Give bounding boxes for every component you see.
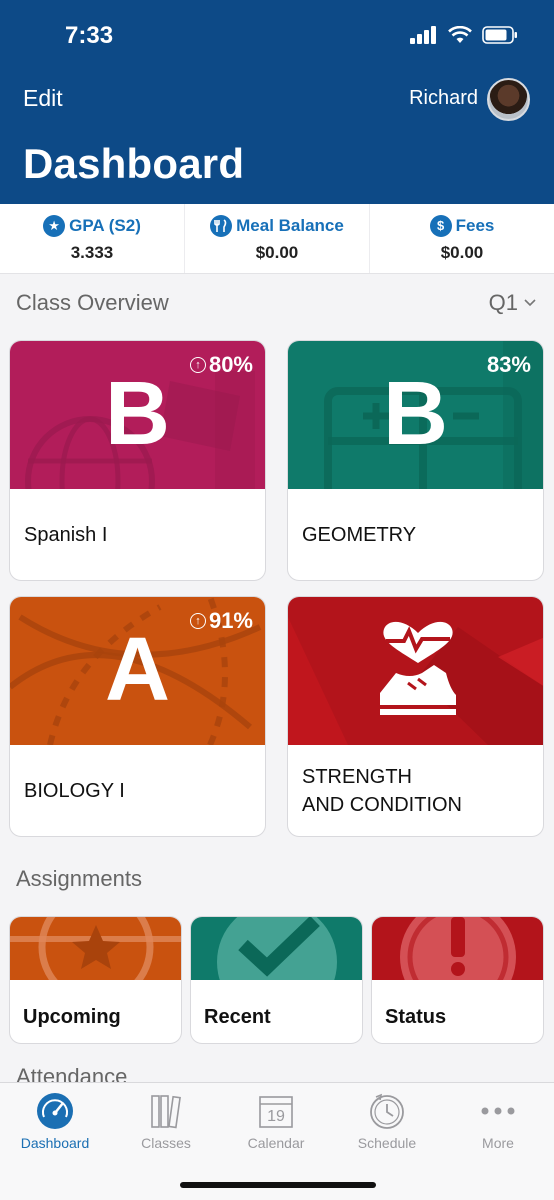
assignment-label: Upcoming (23, 1006, 121, 1028)
arrow-up-icon: ↑ (189, 613, 206, 629)
utensils-icon (210, 214, 233, 237)
status-time: 7:33 (65, 22, 114, 49)
exclamation-icon (451, 917, 465, 957)
class-percent-value: 83% (486, 352, 531, 377)
battery-icon (482, 26, 517, 44)
class-card-spanish[interactable]: B ↑ 80% Spanish I (9, 340, 266, 581)
class-card-art: B ↑ 80% (10, 341, 265, 489)
class-card-strength[interactable]: STRENGTH AND CONDITION (287, 596, 544, 837)
stat-fees-value: $0.00 (440, 242, 484, 262)
assignment-label: Recent (204, 1006, 271, 1028)
calendar-day: 19 (267, 1108, 285, 1125)
stat-gpa[interactable]: ★ GPA (S2) 3.333 (0, 204, 185, 273)
avatar[interactable] (487, 78, 530, 121)
user-name[interactable]: Richard (409, 87, 478, 110)
arrow-up-icon: ↑ (189, 357, 206, 373)
class-name: GEOMETRY (302, 523, 417, 546)
assignments-title: Assignments (16, 866, 142, 891)
tab-label: Dashboard (20, 1135, 90, 1151)
calendar-icon: 19 (256, 1091, 296, 1131)
wifi-icon (448, 26, 472, 43)
more-icon (478, 1091, 518, 1131)
class-card-art (288, 597, 543, 745)
class-overview-title: Class Overview (16, 290, 169, 315)
home-indicator[interactable] (180, 1182, 376, 1188)
class-grade: A (105, 620, 170, 720)
edit-button[interactable]: Edit (23, 85, 63, 112)
tab-calendar[interactable]: 19 Calendar (221, 1091, 331, 1151)
tab-more[interactable]: More (443, 1091, 553, 1151)
assignment-art (372, 917, 543, 980)
assignment-art (10, 917, 181, 980)
class-percent: ↑ 91% (189, 608, 253, 634)
tab-schedule[interactable]: Schedule (332, 1091, 442, 1151)
tab-classes[interactable]: Classes (111, 1091, 221, 1151)
chevron-down-icon (524, 299, 536, 307)
stat-meal-label: Meal Balance (236, 215, 344, 235)
app-header: 7:33 Edit Richard Dashboard (0, 0, 554, 204)
status-icons (410, 26, 518, 44)
tab-label: Schedule (357, 1135, 417, 1151)
assignments-upcoming[interactable]: Upcoming (9, 916, 182, 1044)
clock-icon (367, 1091, 407, 1131)
speedometer-icon (35, 1091, 75, 1131)
quarter-selector[interactable]: Q1 (489, 290, 536, 316)
star-icon: ★ (43, 214, 66, 237)
tab-label: Classes (141, 1135, 191, 1151)
stat-gpa-value: 3.333 (70, 242, 114, 262)
assignments-status[interactable]: Status (371, 916, 544, 1044)
assignment-art (191, 917, 362, 980)
class-name: STRENGTH AND CONDITION (302, 765, 462, 816)
class-percent: 83% (487, 352, 531, 378)
class-name: BIOLOGY I (24, 779, 125, 802)
tab-label: More (482, 1135, 514, 1151)
class-percent-value: 91% (208, 608, 253, 633)
tab-label: Calendar (247, 1135, 305, 1151)
class-card-geometry[interactable]: B 83% GEOMETRY (287, 340, 544, 581)
class-card-art: B 83% (288, 341, 543, 489)
tab-dashboard[interactable]: Dashboard (0, 1091, 110, 1151)
stat-meal-value: $0.00 (255, 242, 299, 262)
assignments-recent[interactable]: Recent (190, 916, 363, 1044)
class-percent-value: 80% (208, 352, 253, 377)
stat-meal-balance[interactable]: Meal Balance $0.00 (185, 204, 370, 273)
class-card-biology[interactable]: A ↑ 91% BIOLOGY I (9, 596, 266, 837)
class-grade: B (105, 364, 170, 464)
dollar-icon: $ (429, 214, 452, 237)
stat-gpa-label: GPA (S2) (69, 215, 141, 235)
class-card-art: A ↑ 91% (10, 597, 265, 745)
star-icon (72, 925, 120, 969)
stat-fees-label: Fees (455, 215, 495, 235)
class-percent: ↑ 80% (189, 352, 253, 378)
stat-fees[interactable]: $ Fees $0.00 (370, 204, 554, 273)
quarter-value: Q1 (488, 290, 518, 315)
signal-icon (410, 26, 436, 44)
class-grade: B (383, 364, 448, 464)
books-icon (146, 1091, 186, 1131)
heart-shoe-icon (380, 621, 456, 715)
class-name: Spanish I (24, 523, 108, 546)
page-title: Dashboard (23, 140, 245, 187)
stats-bar: ★ GPA (S2) 3.333 Meal Balance $0.00 $ Fe… (0, 204, 554, 274)
assignment-label: Status (385, 1006, 447, 1028)
